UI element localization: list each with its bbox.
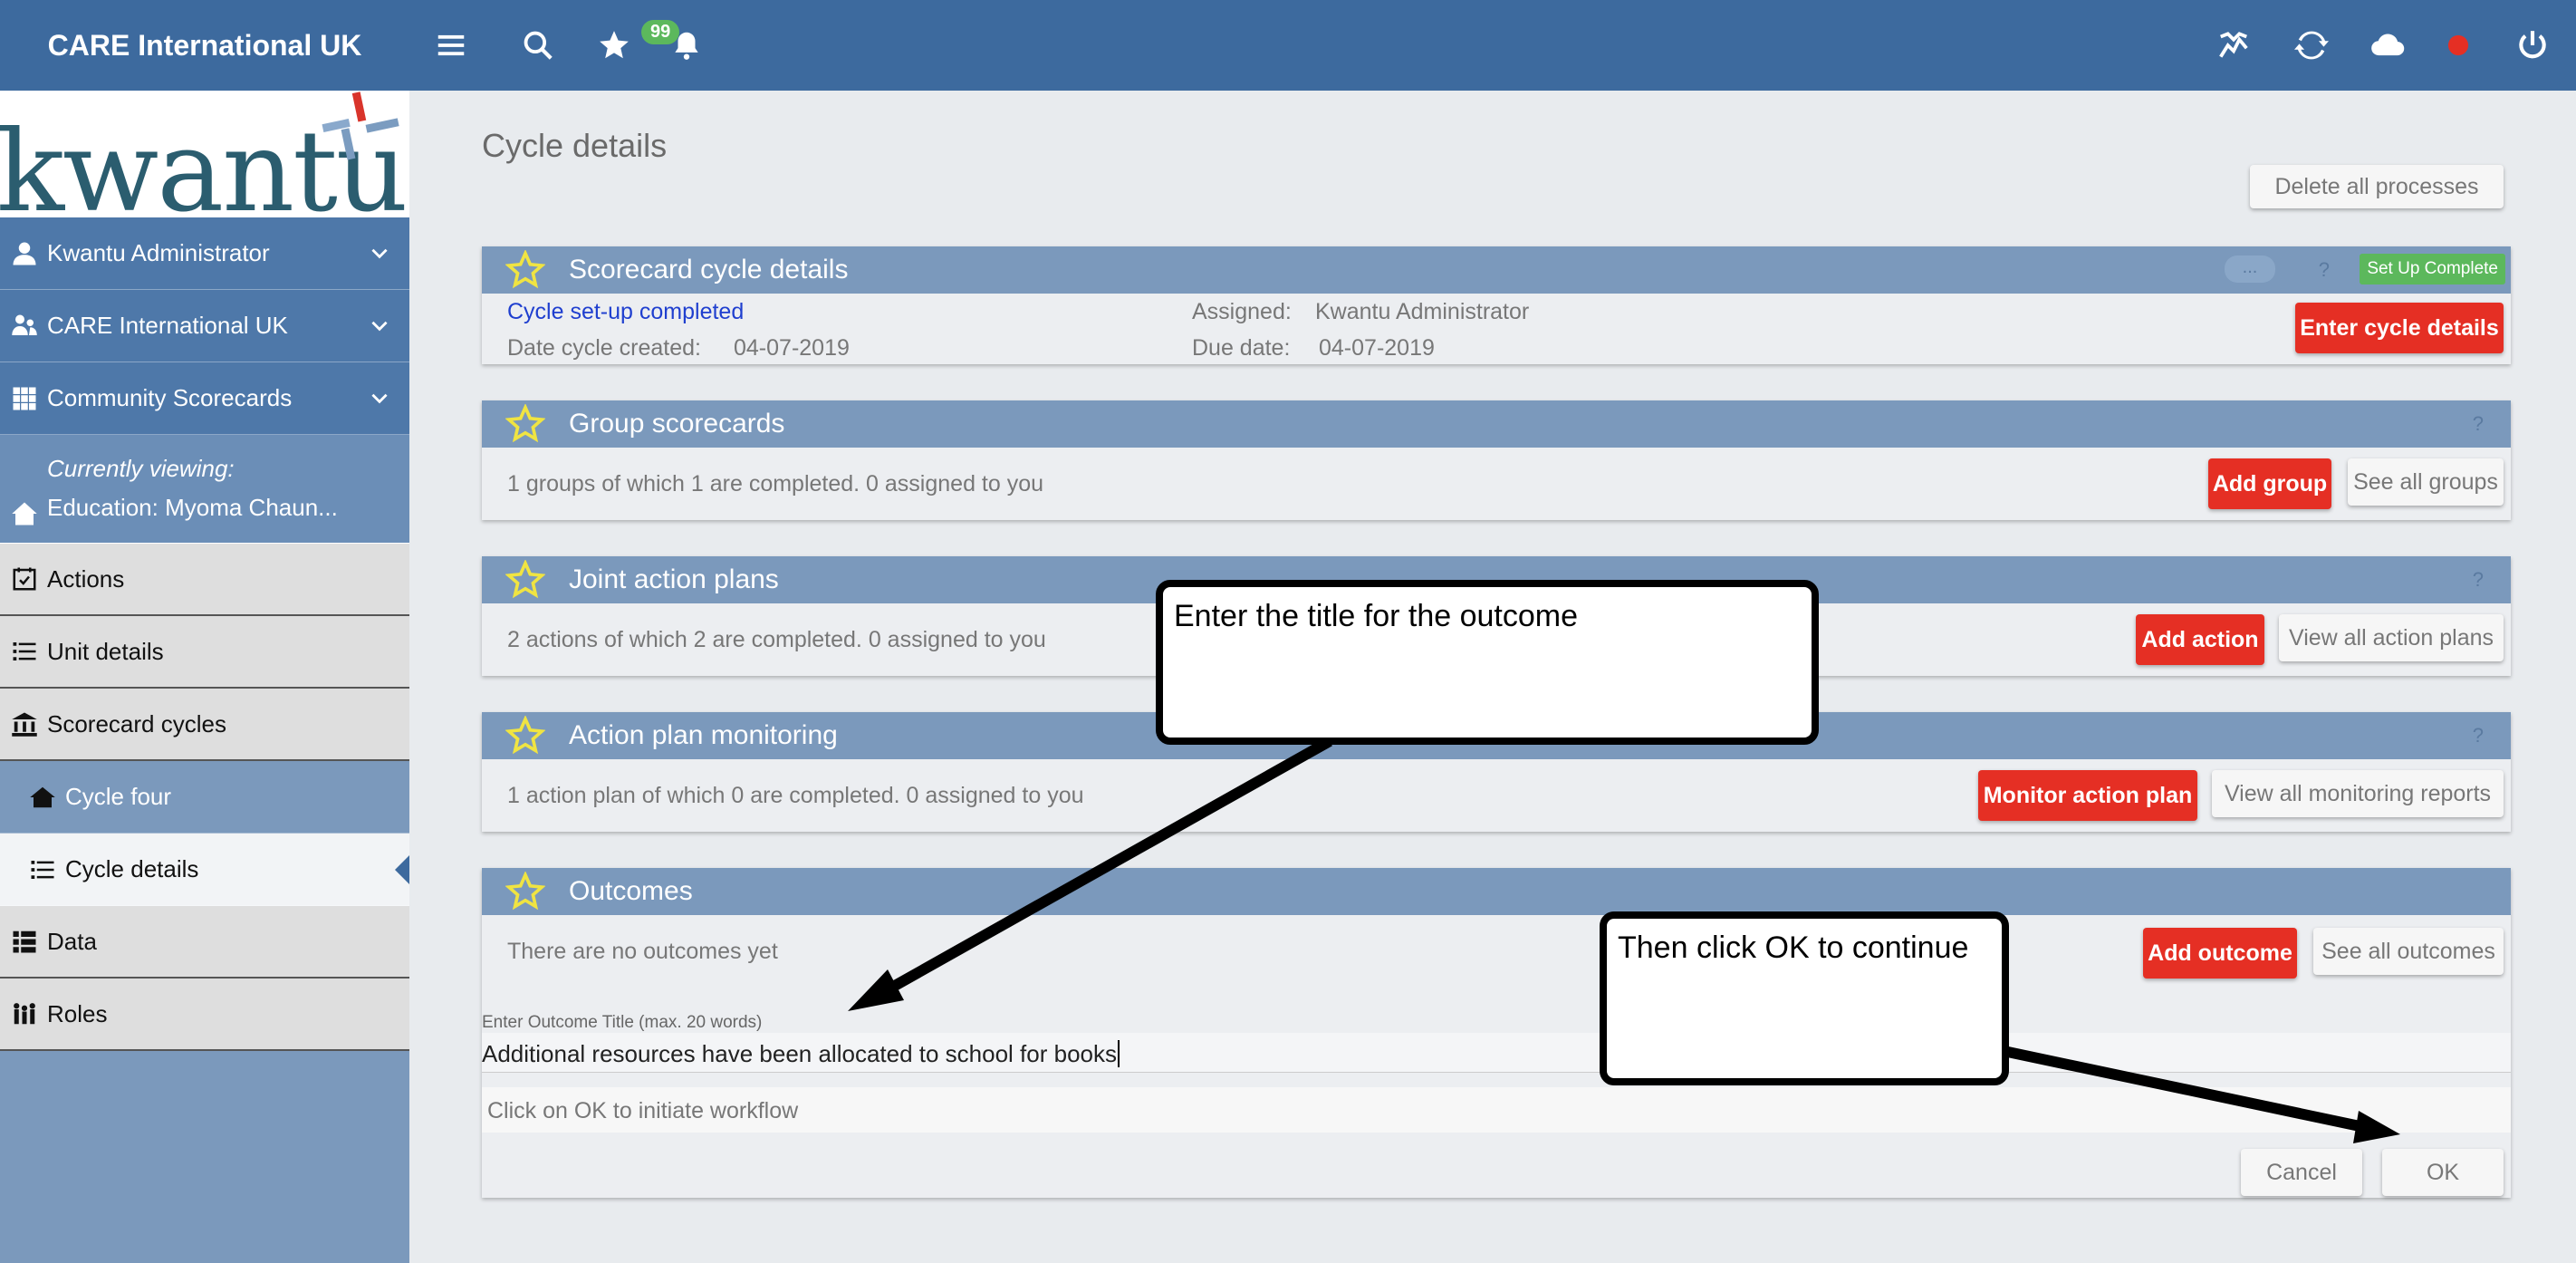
- panel-body: 1 groups of which 1 are completed. 0 ass…: [482, 448, 2511, 520]
- viewing-value: Education: Myoma Chaun...: [47, 494, 338, 521]
- menu-icon[interactable]: [429, 24, 473, 67]
- panel-title: Action plan monitoring: [569, 720, 838, 750]
- logo[interactable]: kwantu: [0, 91, 409, 217]
- add-outcome-button[interactable]: Add outcome: [2143, 928, 2297, 979]
- cycle-status-link[interactable]: Cycle set-up completed: [507, 299, 744, 325]
- more-button[interactable]: ...: [2225, 255, 2275, 283]
- date-created-value: 04-07-2019: [734, 335, 850, 361]
- currently-viewing[interactable]: Currently viewing: Education: Myoma Chau…: [0, 435, 409, 544]
- workflow-hint: Click on OK to initiate workflow: [487, 1098, 799, 1123]
- see-all-outcomes-button[interactable]: See all outcomes: [2313, 928, 2504, 975]
- sidebar-item-data[interactable]: Data: [0, 906, 409, 979]
- panel-header: Outcomes: [482, 868, 2511, 915]
- building-icon: [29, 784, 56, 811]
- date-created-label: Date cycle created:: [507, 335, 701, 361]
- view-all-monitoring-reports-button[interactable]: View all monitoring reports: [2212, 770, 2504, 817]
- org-icon: [11, 313, 38, 340]
- sidebar-item-actions[interactable]: Actions: [0, 544, 409, 616]
- user-icon: [11, 240, 38, 267]
- assigned-label: Assigned:: [1192, 299, 1292, 324]
- star-icon[interactable]: [505, 250, 545, 290]
- panel-body: 1 action plan of which 0 are completed. …: [482, 759, 2511, 832]
- outcome-title-input[interactable]: Additional resources have been allocated…: [482, 1033, 2511, 1073]
- list-icon: [11, 638, 38, 665]
- workflow-hint-bar: Click on OK to initiate workflow: [482, 1087, 2511, 1133]
- ok-button[interactable]: OK: [2382, 1149, 2504, 1196]
- viewing-label: Currently viewing:: [47, 455, 235, 482]
- monitor-action-plan-button[interactable]: Monitor action plan: [1978, 770, 2197, 821]
- status-badge: Set Up Complete: [2360, 254, 2505, 284]
- calendar-check-icon: [11, 565, 38, 593]
- monitoring-summary: 1 action plan of which 0 are completed. …: [507, 783, 1084, 808]
- see-all-groups-button[interactable]: See all groups: [2348, 458, 2504, 506]
- sidebar-item-cycle-details[interactable]: Cycle details: [0, 834, 409, 906]
- building-icon: [11, 710, 38, 738]
- star-icon[interactable]: [592, 24, 636, 67]
- home-icon: [12, 502, 37, 525]
- help-icon[interactable]: ?: [2473, 724, 2484, 747]
- add-action-button[interactable]: Add action: [2136, 614, 2264, 665]
- scorecard-cycle-panel: Scorecard cycle details ... ? Set Up Com…: [482, 246, 2511, 364]
- callout-enter-title: Enter the title for the outcome: [1156, 580, 1819, 745]
- page-title: Cycle details: [482, 127, 668, 164]
- assigned-value: Kwantu Administrator: [1315, 299, 1530, 324]
- sidebar: kwantu Kwantu Administrator CARE Interna…: [0, 91, 409, 1263]
- sidebar-item-scorecard-cycles[interactable]: Scorecard cycles: [0, 689, 409, 761]
- sidebar-item-user[interactable]: Kwantu Administrator: [0, 217, 409, 290]
- chevron-down-icon: [371, 321, 388, 332]
- search-icon[interactable]: [516, 24, 560, 67]
- chart-icon[interactable]: [2212, 24, 2255, 67]
- record-icon[interactable]: [2437, 24, 2480, 67]
- view-all-action-plans-button[interactable]: View all action plans: [2279, 614, 2504, 661]
- callout-click-ok: Then click OK to continue: [1600, 911, 2009, 1085]
- people-icon: [11, 1000, 38, 1027]
- panel-title: Joint action plans: [569, 564, 779, 594]
- sync-icon[interactable]: [2290, 24, 2333, 67]
- list-icon: [29, 856, 56, 883]
- power-icon[interactable]: [2511, 24, 2554, 67]
- enter-cycle-details-button[interactable]: Enter cycle details: [2295, 303, 2504, 353]
- sidebar-item-roles[interactable]: Roles: [0, 979, 409, 1051]
- help-icon[interactable]: ?: [2319, 258, 2330, 282]
- cloud-icon[interactable]: [2366, 24, 2409, 67]
- group-summary: 1 groups of which 1 are completed. 0 ass…: [507, 471, 1044, 497]
- joint-summary: 2 actions of which 2 are completed. 0 as…: [507, 627, 1046, 652]
- group-scorecards-panel: Group scorecards ? 1 groups of which 1 a…: [482, 400, 2511, 520]
- notification-badge[interactable]: 99: [641, 20, 680, 44]
- kwantu-logo-mark-icon: [322, 92, 399, 160]
- panel-title: Outcomes: [569, 876, 693, 906]
- panel-header: Scorecard cycle details ... ? Set Up Com…: [482, 246, 2511, 294]
- sidebar-item-unit-details[interactable]: Unit details: [0, 616, 409, 689]
- app-title[interactable]: CARE International UK: [0, 29, 409, 63]
- chevron-down-icon: [371, 393, 388, 404]
- grid-icon: [11, 385, 38, 412]
- active-indicator: [395, 855, 409, 884]
- help-icon[interactable]: ?: [2473, 412, 2484, 436]
- list-icon: [11, 928, 38, 955]
- star-icon[interactable]: [505, 872, 545, 911]
- cancel-button[interactable]: Cancel: [2241, 1149, 2362, 1196]
- help-icon[interactable]: ?: [2473, 568, 2484, 592]
- sidebar-item-cycle-four[interactable]: Cycle four: [0, 761, 409, 834]
- panel-title: Group scorecards: [569, 409, 785, 439]
- outcomes-summary: There are no outcomes yet: [507, 939, 778, 964]
- star-icon[interactable]: [505, 560, 545, 600]
- panel-body: Cycle set-up completed Date cycle create…: [482, 294, 2511, 364]
- star-icon[interactable]: [505, 404, 545, 444]
- outcomes-panel: Outcomes There are no outcomes yet Enter…: [482, 868, 2511, 1198]
- panel-header: Group scorecards ?: [482, 400, 2511, 448]
- star-icon[interactable]: [505, 716, 545, 756]
- chevron-down-icon: [371, 248, 388, 259]
- text-cursor: ​: [1118, 1040, 1120, 1067]
- add-group-button[interactable]: Add group: [2208, 458, 2331, 509]
- due-date-label: Due date:: [1192, 335, 1291, 361]
- due-date-value: 04-07-2019: [1319, 335, 1435, 361]
- sidebar-item-organisation[interactable]: CARE International UK: [0, 290, 409, 362]
- delete-all-processes-button[interactable]: Delete all processes: [2250, 165, 2504, 208]
- top-bar: CARE International UK: [0, 0, 2576, 91]
- sidebar-item-community-scorecards[interactable]: Community Scorecards: [0, 362, 409, 435]
- outcome-title-label: Enter Outcome Title (max. 20 words): [482, 1013, 763, 1032]
- panel-title: Scorecard cycle details: [569, 255, 849, 284]
